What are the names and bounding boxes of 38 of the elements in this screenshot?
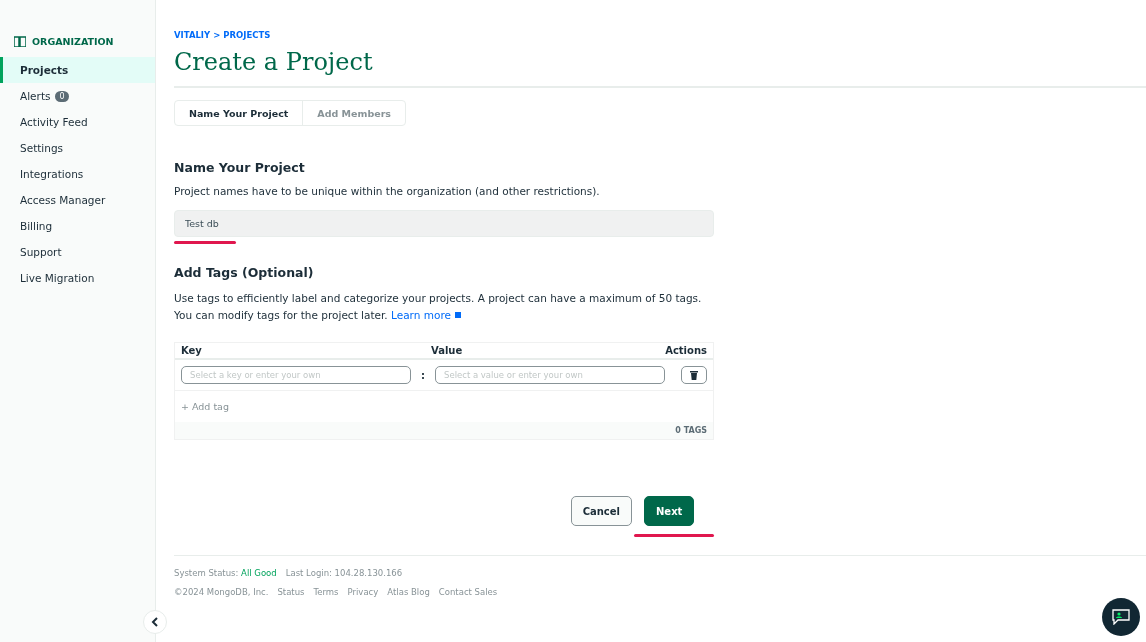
section-heading: Name Your Project (174, 160, 306, 175)
cancel-button[interactable]: Cancel (570, 496, 632, 526)
step-tab[interactable]: Name Your Project (175, 101, 304, 125)
separator: : (421, 369, 425, 381)
status-label: System Status: All Good (174, 568, 277, 578)
tag-count: 0 TAGS (675, 426, 707, 435)
chat-icon (1112, 609, 1130, 625)
organization-label: ORGANIZATION (32, 36, 114, 47)
collapse-button[interactable] (143, 610, 167, 634)
column-header: Key (181, 345, 203, 356)
sidebar-item[interactable]: Alerts 0 (0, 83, 155, 109)
building-icon (14, 36, 26, 47)
page-title: Create a Project (174, 48, 1146, 88)
sidebar-item[interactable]: Live Migration (0, 265, 155, 291)
breadcrumb[interactable]: VITALIY > PROJECTS (174, 30, 1146, 40)
delete-button[interactable] (681, 366, 707, 384)
trash-icon (690, 370, 698, 380)
sidebar-item[interactable]: Settings (0, 135, 155, 161)
section-heading: Add Tags (Optional) (174, 265, 315, 280)
next-button[interactable]: Next (644, 496, 695, 526)
sidebar-item[interactable]: Activity Feed (0, 109, 155, 135)
sidebar-item[interactable]: Billing (0, 213, 155, 239)
alert-count: 0 (55, 90, 69, 102)
last-login: Last Login: 104.28.130.166 (285, 568, 403, 578)
external-link-icon (454, 311, 463, 319)
section-description: Project names have to be unique within the organization (and other restrictions). (174, 184, 601, 199)
section-description: Use tags to efficiently label and categorize your projects. A project can have a maximum of 50 tags. You can modify tags for the project later. Learn more (174, 291, 703, 323)
learn-more-link[interactable]: Learn more (391, 309, 463, 321)
sidebar-item[interactable]: Access Manager (0, 187, 155, 213)
sidebar-item[interactable]: Integrations (0, 161, 155, 187)
column-header: Actions (665, 345, 707, 356)
copyright: ©2024 MongoDB, Inc. (174, 587, 269, 597)
chat-button[interactable] (1102, 598, 1140, 636)
sidebar-item[interactable]: Projects (0, 57, 155, 83)
column-header: Value (431, 345, 464, 356)
chevron-left-icon (151, 617, 159, 627)
project-name-field[interactable]: Test db (174, 210, 714, 237)
sidebar-item[interactable]: Support (0, 239, 155, 265)
